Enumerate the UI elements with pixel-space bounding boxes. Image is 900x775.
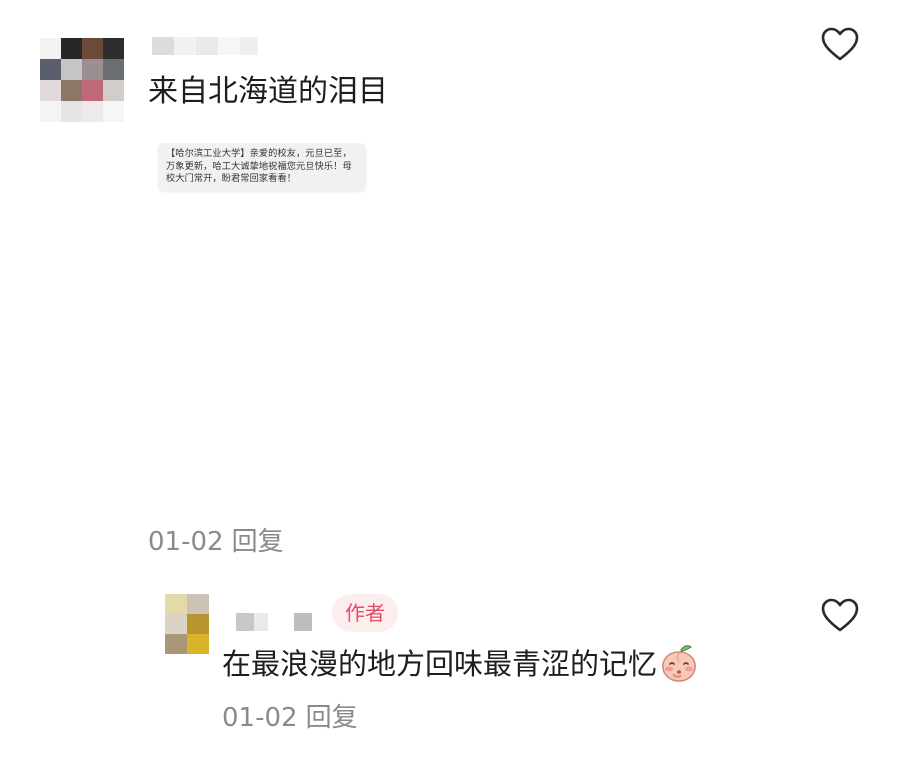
reply-meta: 01-02 回复 xyxy=(222,702,358,734)
comment-avatar[interactable] xyxy=(40,38,124,122)
reply-text: 在最浪漫的地方回味最青涩的记忆 xyxy=(222,647,658,681)
comment-date: 01-02 xyxy=(148,527,224,557)
comment-image-attachment[interactable]: 【哈尔滨工业大学】亲爱的校友，元旦已至，万象更新，哈工大诚挚地祝福您元旦快乐！母… xyxy=(158,143,366,191)
reply-reply-button[interactable]: 回复 xyxy=(306,702,358,734)
reply-avatar[interactable] xyxy=(165,594,209,654)
comment-text: 来自北海道的泪目 xyxy=(148,74,388,109)
comment-reply-button[interactable]: 回复 xyxy=(232,526,284,558)
reply-date: 01-02 xyxy=(222,703,298,733)
author-badge: 作者 xyxy=(332,594,398,632)
attachment-text: 【哈尔滨工业大学】亲爱的校友，元旦已至，万象更新，哈工大诚挚地祝福您元旦快乐！母… xyxy=(166,148,352,184)
comment-meta: 01-02 回复 xyxy=(148,526,284,558)
comment-username[interactable] xyxy=(152,37,258,55)
reply-username[interactable] xyxy=(236,613,312,631)
heart-outline-icon[interactable] xyxy=(820,25,860,65)
reply-text-row: 在最浪漫的地方回味最青涩的记忆 xyxy=(222,644,699,684)
heart-outline-icon[interactable] xyxy=(820,596,860,636)
peach-blush-emoji-icon xyxy=(662,645,696,682)
